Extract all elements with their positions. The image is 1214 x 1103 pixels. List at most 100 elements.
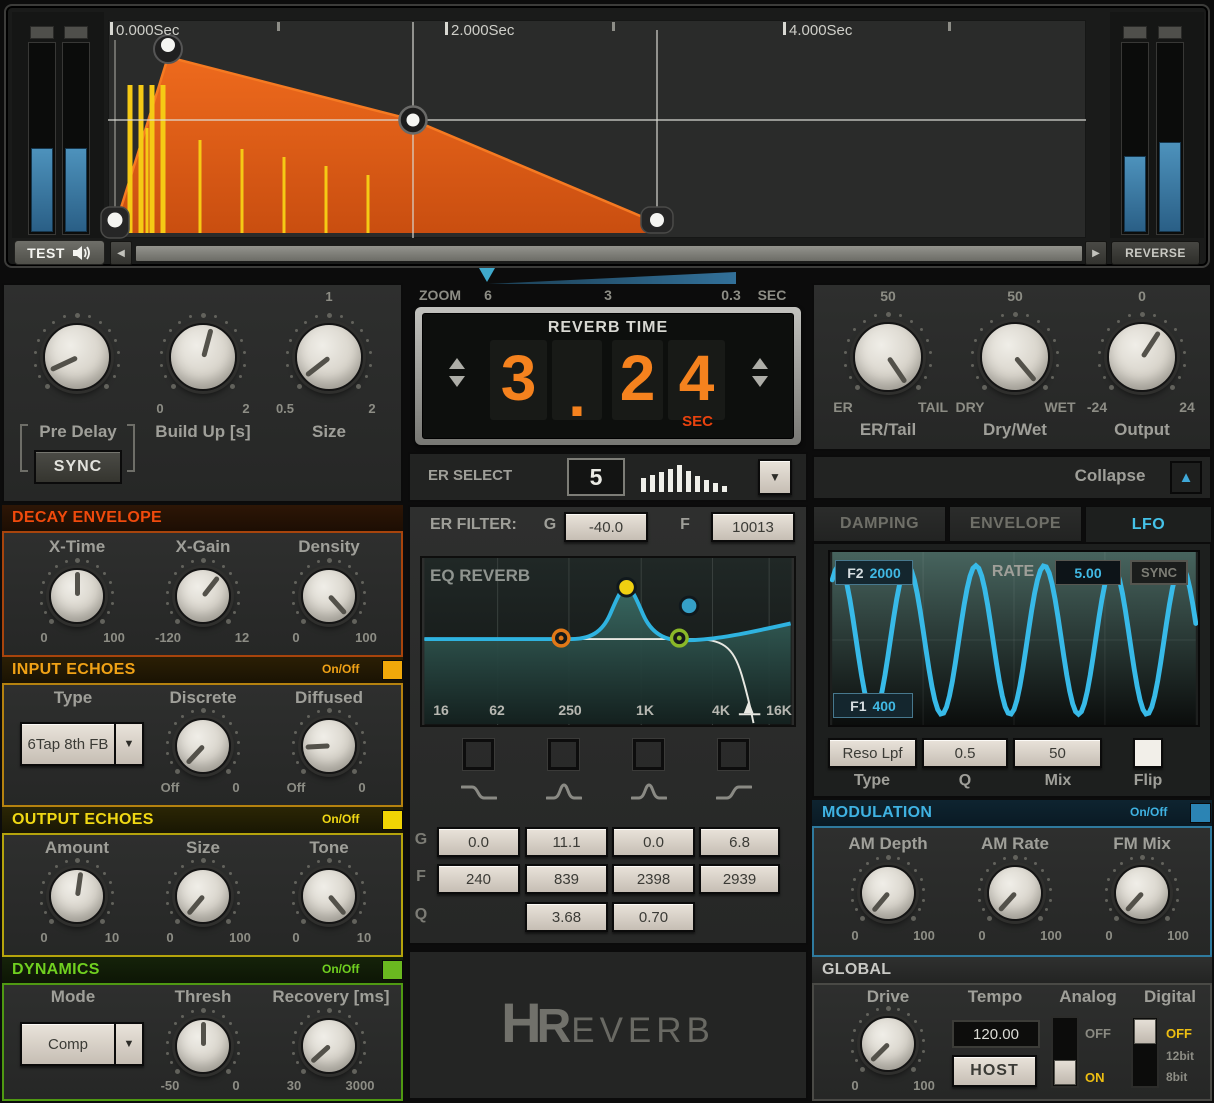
- scroll-right-button[interactable]: ▶: [1085, 241, 1107, 265]
- fm-mix-knob[interactable]: [1104, 854, 1180, 921]
- increment-icon[interactable]: [449, 358, 465, 369]
- tab-damping[interactable]: DAMPING: [813, 506, 946, 542]
- lfo-q-value[interactable]: 0.5: [922, 738, 1008, 768]
- decay-envelope-header: DECAY ENVELOPE: [2, 505, 403, 531]
- am-depth-max: 100: [913, 928, 935, 943]
- digital-8bit-label: 8bit: [1166, 1070, 1188, 1084]
- lfo-mix-value[interactable]: 50: [1013, 738, 1102, 768]
- zoom-marker[interactable]: [479, 268, 495, 282]
- er-filter-g-value[interactable]: -40.0: [564, 512, 648, 542]
- zoom-track[interactable]: [488, 272, 736, 284]
- tone-knob[interactable]: [291, 857, 367, 924]
- er-select-dropdown-button[interactable]: ▼: [758, 459, 792, 495]
- er-select-value-box[interactable]: 5: [567, 458, 625, 496]
- input-echoes-onoff-label: On/Off: [322, 662, 360, 676]
- test-button[interactable]: TEST: [14, 240, 105, 265]
- band3-swatch[interactable]: [633, 739, 664, 770]
- digital-off-label: OFF: [1166, 1026, 1192, 1041]
- eq-freq-1k: 1K: [636, 702, 654, 718]
- tab-lfo[interactable]: LFO: [1085, 506, 1212, 542]
- analog-switch[interactable]: [1051, 1016, 1079, 1088]
- reverb-time-spinner-right[interactable]: [752, 358, 768, 387]
- band4-swatch[interactable]: [718, 739, 749, 770]
- eq-g4-value[interactable]: 6.8: [699, 827, 780, 857]
- modulation-onoff-indicator[interactable]: [1190, 803, 1211, 823]
- er-filter-f-value[interactable]: 10013: [711, 512, 795, 542]
- amount-knob[interactable]: [39, 857, 115, 924]
- output-echoes-onoff-label: On/Off: [322, 812, 360, 826]
- dynamics-mode-dropdown[interactable]: Comp ▼: [20, 1022, 144, 1066]
- reverse-button[interactable]: REVERSE: [1111, 241, 1200, 265]
- x-time-knob[interactable]: [39, 557, 115, 624]
- discrete-knob[interactable]: [165, 707, 241, 774]
- size-knob[interactable]: [285, 312, 373, 391]
- output-echoes-onoff-indicator[interactable]: [382, 810, 403, 830]
- eq-g2-value[interactable]: 11.1: [525, 827, 608, 857]
- output-knob[interactable]: [1097, 311, 1187, 392]
- lfo-sync-button[interactable]: SYNC: [1130, 560, 1188, 585]
- discrete-max: 0: [232, 780, 240, 795]
- diffused-knob[interactable]: [291, 707, 367, 774]
- x-gain-knob[interactable]: [165, 557, 241, 624]
- increment-icon[interactable]: [752, 358, 768, 369]
- build-up-knob[interactable]: [159, 312, 247, 391]
- decrement-icon[interactable]: [752, 376, 768, 387]
- output-max: 24: [1179, 399, 1195, 415]
- decrement-icon[interactable]: [449, 376, 465, 387]
- eq-f4-value[interactable]: 2939: [699, 864, 780, 894]
- analog-on-label: ON: [1085, 1070, 1105, 1085]
- timeline-tick: [783, 22, 786, 35]
- analog-switch-handle[interactable]: [1054, 1060, 1076, 1085]
- timeline-label-0: 0.000Sec: [116, 22, 180, 39]
- density-knob[interactable]: [291, 557, 367, 624]
- thresh-knob[interactable]: [165, 1007, 241, 1074]
- reverb-time-digit-2[interactable]: 2: [612, 340, 663, 420]
- eq-f2-value[interactable]: 839: [525, 864, 608, 894]
- dynamics-onoff-indicator[interactable]: [382, 960, 403, 980]
- reverb-time-spinner-left[interactable]: [449, 358, 465, 387]
- dropdown-arrow-icon[interactable]: ▼: [114, 1024, 142, 1064]
- lfo-type-dropdown[interactable]: Reso Lpf: [828, 738, 917, 768]
- scrollbar-track[interactable]: [135, 245, 1083, 262]
- tempo-label: Tempo: [967, 987, 1023, 1006]
- band2-swatch[interactable]: [548, 739, 579, 770]
- output-echoes-title: OUTPUT ECHOES: [12, 811, 154, 828]
- er-tail-knob[interactable]: [843, 311, 933, 392]
- digital-switch-handle[interactable]: [1134, 1019, 1156, 1044]
- dry-wet-knob[interactable]: [970, 311, 1060, 392]
- sync-button[interactable]: SYNC: [34, 450, 122, 484]
- am-rate-knob[interactable]: [977, 854, 1053, 921]
- lfo-rate-value[interactable]: 5.00: [1055, 560, 1121, 585]
- drive-knob[interactable]: [850, 1005, 926, 1072]
- dropdown-arrow-icon[interactable]: ▼: [114, 724, 142, 764]
- oe-size-knob[interactable]: [165, 857, 241, 924]
- collapse-button[interactable]: ▲: [1170, 461, 1202, 494]
- digital-switch[interactable]: [1131, 1016, 1159, 1088]
- reverb-time-digit-3[interactable]: 4: [668, 340, 725, 420]
- recovery-knob[interactable]: [291, 1007, 367, 1074]
- dry-wet-value: 50: [1007, 288, 1023, 304]
- eq-q2-value[interactable]: 3.68: [525, 902, 608, 932]
- envelope-graph[interactable]: [0, 0, 1214, 270]
- host-button[interactable]: HOST: [952, 1055, 1037, 1087]
- eq-f3-value[interactable]: 2398: [612, 864, 695, 894]
- input-type-dropdown[interactable]: 6Tap 8th FB ▼: [20, 722, 144, 766]
- lfo-f2-box[interactable]: F2 2000: [835, 560, 913, 585]
- scroll-left-button[interactable]: ◀: [110, 241, 132, 265]
- reverb-time-digit-1[interactable]: 3: [490, 340, 547, 420]
- band1-swatch[interactable]: [463, 739, 494, 770]
- lfo-f1-box[interactable]: F1 400: [833, 693, 913, 718]
- recovery-label: Recovery [ms]: [272, 987, 390, 1006]
- tab-envelope[interactable]: ENVELOPE: [949, 506, 1082, 542]
- tempo-display[interactable]: 120.00: [952, 1020, 1040, 1048]
- eq-g3-value[interactable]: 0.0: [612, 827, 695, 857]
- input-echoes-onoff-indicator[interactable]: [382, 660, 403, 680]
- eq-f1-value[interactable]: 240: [437, 864, 520, 894]
- pre-delay-knob[interactable]: [33, 312, 121, 391]
- am-depth-knob[interactable]: [850, 854, 926, 921]
- eq-q3-value[interactable]: 0.70: [612, 902, 695, 932]
- eq-g1-value[interactable]: 0.0: [437, 827, 520, 857]
- timeline-tick: [110, 22, 113, 35]
- lfo-flip-checkbox[interactable]: [1133, 738, 1163, 768]
- size-min: 0.5: [275, 401, 295, 416]
